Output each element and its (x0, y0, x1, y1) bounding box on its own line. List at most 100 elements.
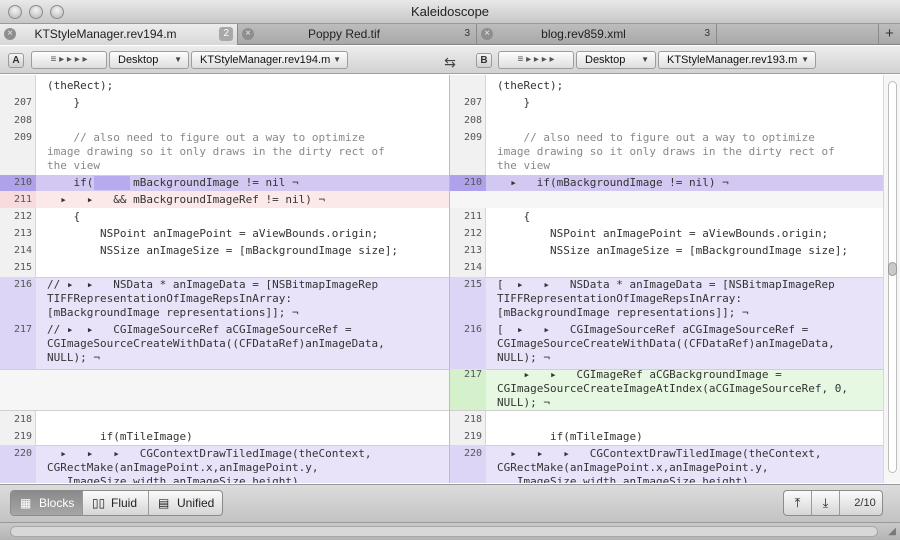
scroll-thumb[interactable] (888, 262, 897, 276)
code-line: ▸ ▸ CGImageRef aCGBackgroundImage = CGIm… (497, 368, 848, 410)
fluid-icon: ▯▯ (92, 496, 106, 510)
code-line: ▸ ▸ ▸ CGContextDrawTiledImage(theContext… (47, 447, 372, 483)
tab-count: 3 (704, 28, 710, 39)
folder-crumb-label: Desktop (118, 54, 159, 66)
line-number: 213 (463, 245, 482, 256)
tab-poppy-red[interactable]: × Poppy Red.tif 3 (238, 24, 477, 45)
tab-label: KTStyleManager.rev194.m (34, 27, 177, 41)
line-number: 208 (13, 115, 32, 126)
file-crumb-right[interactable]: KTStyleManager.rev193.m ▼ (658, 51, 816, 69)
line-number: 215 (463, 279, 482, 290)
arrow-up-to-bar-icon: ⤒ (794, 495, 801, 510)
tab-label: Poppy Red.tif (307, 27, 381, 41)
code-line: NSSize anImageSize = [mBackgroundImage s… (47, 244, 398, 257)
unified-label: Unified (177, 496, 215, 510)
view-mode-segmented-control: ▦ Blocks ▯▯ Fluid ▤ Unified (10, 490, 223, 516)
line-number: 220 (13, 448, 32, 459)
line-number: 220 (463, 448, 482, 459)
line-number: 208 (463, 115, 482, 126)
line-number: 216 (463, 324, 482, 335)
file-crumb-left[interactable]: KTStyleManager.rev194.m ▼ (191, 51, 348, 69)
bottom-toolbar: ▦ Blocks ▯▯ Fluid ▤ Unified ⤒ ⤓ 2/10 (0, 484, 900, 522)
chevron-down-icon: ▼ (801, 55, 809, 64)
line-number: 219 (463, 431, 482, 442)
previous-change-button[interactable]: ⤒ (784, 491, 812, 515)
line-number: 211 (13, 194, 32, 205)
next-change-button[interactable]: ⤓ (812, 491, 840, 515)
chevron-down-icon: ▼ (333, 55, 341, 64)
code-line: } (497, 96, 531, 109)
line-number: 211 (463, 211, 482, 222)
blocks-label: Blocks (39, 496, 75, 510)
unified-mode-button[interactable]: ▤ Unified (149, 491, 222, 515)
code-line: { (47, 210, 81, 223)
tab-ktstylemanager[interactable]: × KTStyleManager.rev194.m 2 (0, 24, 238, 45)
tab-count: 2 (219, 27, 233, 41)
line-number: 214 (463, 262, 482, 273)
change-navigator: ⤒ ⤓ 2/10 (783, 490, 883, 516)
chevron-down-icon: ▼ (174, 55, 182, 64)
horizontal-scrollbar[interactable] (10, 526, 878, 537)
resize-grip-icon[interactable]: ◢ (888, 526, 896, 537)
minimize-window-icon[interactable] (29, 5, 43, 19)
left-file-pane[interactable]: 207 208 209 210 211 212 213 214 215 216 … (0, 75, 449, 483)
zoom-window-icon[interactable] (50, 5, 64, 19)
right-file-pane[interactable]: 207 208 209 210 211 212 213 214 215 216 … (450, 75, 883, 483)
file-crumb-label: KTStyleManager.rev194.m (200, 54, 331, 66)
line-number: 218 (463, 414, 482, 425)
fluid-mode-button[interactable]: ▯▯ Fluid (83, 491, 149, 515)
gutter-changed (0, 277, 36, 369)
kaleidoscope-window: Kaleidoscope × KTStyleManager.rev194.m 2… (0, 0, 900, 540)
folder-crumb-right[interactable]: Desktop ▼ (576, 51, 656, 69)
code-line: // ▸ ▸ CGImageSourceRef aCGImageSourceRe… (47, 323, 385, 365)
gutter-changed (450, 277, 486, 369)
line-number: 213 (13, 228, 32, 239)
code-line: [ ▸ ▸ NSData * anImageData = [NSBitmapIm… (497, 278, 835, 320)
code-line: { (497, 210, 531, 223)
path-root-crumb[interactable]: ≡ ▸ ▸ ▸ ▸ (498, 51, 574, 69)
line-number: 207 (463, 97, 482, 108)
missing-line (450, 191, 883, 208)
line-number: 209 (463, 132, 482, 143)
code-line: if( mBackgroundImage != nil ¬ (47, 176, 299, 189)
line-number: 209 (13, 132, 32, 143)
code-line: } (47, 96, 81, 109)
tab-bar: × KTStyleManager.rev194.m 2 × Poppy Red.… (0, 24, 900, 45)
swap-sides-icon[interactable]: ⇆ (438, 54, 462, 71)
line-number: 214 (13, 245, 32, 256)
title-bar: Kaleidoscope (0, 0, 900, 24)
add-tab-button[interactable]: + (878, 24, 900, 45)
tab-count: 3 (464, 28, 470, 39)
code-line: NSPoint anImagePoint = aViewBounds.origi… (497, 227, 829, 240)
arrow-down-to-bar-icon: ⤓ (822, 495, 829, 510)
side-a-label: A (8, 53, 24, 68)
file-crumb-label: KTStyleManager.rev193.m (667, 54, 798, 66)
code-line: (theRect); (497, 79, 564, 92)
code-line: ▸ ▸ && mBackgroundImageRef != nil) ¬ (47, 193, 326, 206)
missing-block (0, 369, 449, 410)
close-window-icon[interactable] (8, 5, 22, 19)
blocks-icon: ▦ (20, 496, 32, 510)
tab-blog[interactable]: × blog.rev859.xml 3 (477, 24, 717, 45)
code-line: (theRect); (47, 79, 114, 92)
scroll-track[interactable] (888, 81, 897, 473)
line-number: 207 (13, 97, 32, 108)
change-counter: 2/10 (854, 497, 876, 509)
window-title: Kaleidoscope (410, 4, 490, 19)
line-number: 217 (463, 369, 482, 380)
line-number: 212 (13, 211, 32, 222)
fluid-label: Fluid (111, 496, 138, 510)
code-comment: // also need to figure out a way to opti… (497, 131, 835, 173)
code-line: NSSize anImageSize = [mBackgroundImage s… (497, 244, 848, 257)
blocks-mode-button[interactable]: ▦ Blocks (11, 491, 83, 515)
status-bar: ◢ (0, 522, 900, 540)
folder-crumb-left[interactable]: Desktop ▼ (109, 51, 189, 69)
code-line: NSPoint anImagePoint = aViewBounds.origi… (47, 227, 379, 240)
vertical-scrollbar[interactable] (883, 75, 900, 483)
chevron-down-icon: ▼ (641, 55, 649, 64)
code-line: // ▸ ▸ NSData * anImageData = [NSBitmapI… (47, 278, 379, 320)
path-root-crumb[interactable]: ≡ ▸ ▸ ▸ ▸ (31, 51, 107, 69)
line-number: 210 (13, 177, 32, 188)
line-number: 218 (13, 414, 32, 425)
line-number: 210 (463, 177, 482, 188)
